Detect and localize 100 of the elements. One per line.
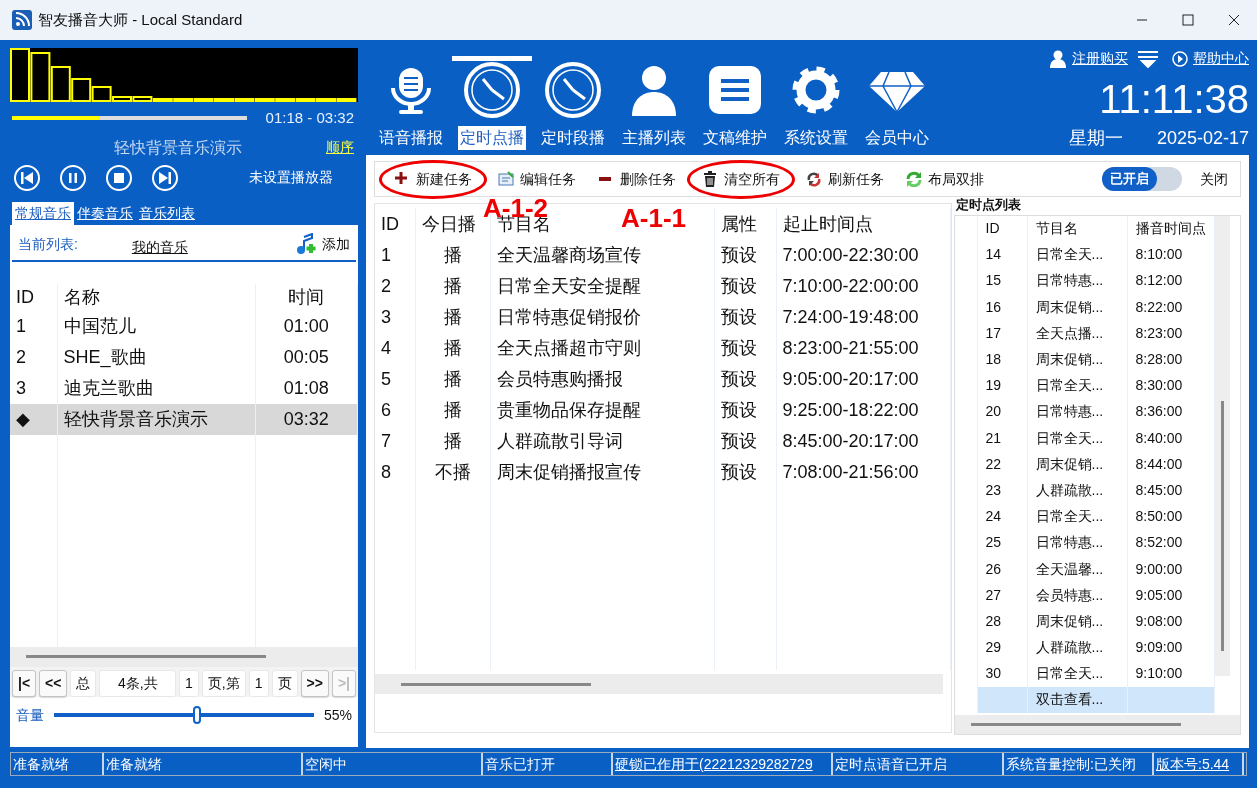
column-header: 播音时间点 xyxy=(1127,215,1215,242)
horizontal-scrollbar[interactable] xyxy=(375,674,943,694)
table-cell: 16 xyxy=(977,294,1027,321)
play-circle-icon xyxy=(1172,50,1188,67)
status-link[interactable]: 版本号:5.44 xyxy=(1154,753,1244,775)
table-cell: 日常全天安全提醒 xyxy=(490,271,714,302)
menu-icon[interactable] xyxy=(1137,49,1159,68)
toolbar-button[interactable]: 编辑任务 xyxy=(487,163,587,195)
toolbar-button[interactable]: 布局双排 xyxy=(895,163,995,195)
table-cell: 9:25:00-18:22:00 xyxy=(776,395,951,426)
status-text: 系统音量控制:已关闭 xyxy=(1004,753,1154,775)
pager-label: 4条,共 xyxy=(99,669,177,697)
status-text: 音乐已打开 xyxy=(483,753,613,775)
table-cell: 8:45:00-20:17:00 xyxy=(776,426,951,457)
table-cell: 7 xyxy=(375,426,415,457)
table-cell: 21 xyxy=(977,425,1027,452)
pager-button[interactable]: |< xyxy=(12,669,37,697)
table-cell: 5 xyxy=(375,364,415,395)
table-cell: 全天点播... xyxy=(1027,320,1127,347)
volume-reading: 55% xyxy=(323,705,352,725)
table-cell: 29 xyxy=(977,634,1027,661)
register-link[interactable]: 注册购买 xyxy=(1072,48,1128,69)
pause-icon[interactable] xyxy=(59,163,87,192)
table-cell: 9:09:00 xyxy=(1127,634,1215,661)
previous-icon[interactable] xyxy=(13,163,41,192)
toolbar-button[interactable]: 清空所有 xyxy=(687,159,795,199)
volume-thumb[interactable] xyxy=(192,706,201,724)
table-cell: 预设 xyxy=(714,240,776,271)
table-cell: 9:05:00 xyxy=(1127,582,1215,609)
music-tab[interactable]: 常规音乐 xyxy=(12,201,74,225)
player-status: 未设置播放器 xyxy=(249,168,333,187)
music-tab[interactable]: 伴奏音乐 xyxy=(74,201,136,225)
table-cell: 周末促销... xyxy=(1027,294,1127,321)
table-cell: 周末促销播报宣传 xyxy=(490,457,714,488)
toolbar-button[interactable]: 删除任务 xyxy=(587,163,687,195)
table-cell: 01:08 xyxy=(255,372,358,404)
toggle-switch[interactable]: 已开启 xyxy=(1102,167,1182,191)
toolbar-button[interactable]: 新建任务 xyxy=(379,159,487,199)
table-cell: 20 xyxy=(977,398,1027,425)
app-logo-icon xyxy=(12,10,32,30)
pager-label: 页 xyxy=(271,669,298,697)
table-cell: 全天温馨商场宣传 xyxy=(490,240,714,271)
table-cell: 全天点播超市守则 xyxy=(490,333,714,364)
annotation-label: A-1-1 xyxy=(621,205,686,231)
horizontal-scrollbar[interactable] xyxy=(10,646,358,667)
stop-icon[interactable] xyxy=(105,163,133,192)
next-icon[interactable] xyxy=(151,163,179,192)
table-cell: 全天温馨... xyxy=(1027,555,1127,583)
pager-label: 总 xyxy=(70,669,97,697)
table-cell: 日常特惠... xyxy=(1027,267,1127,295)
add-link[interactable]: 添加 xyxy=(322,233,350,255)
table-cell: 8:50:00 xyxy=(1127,503,1215,530)
horizontal-scrollbar[interactable] xyxy=(955,715,1240,734)
column-header: ID xyxy=(977,215,1027,242)
table-cell: 23 xyxy=(977,477,1027,504)
pager-label: 页,第 xyxy=(201,669,246,697)
playback-time: 01:18 - 03:32 xyxy=(265,108,354,128)
play-mode-link[interactable]: 顺序 xyxy=(326,137,354,158)
table-cell: ◆ xyxy=(10,403,57,435)
table-cell: 贵重物品保存提醒 xyxy=(490,395,714,426)
nav-tab[interactable]: 文稿维护 xyxy=(700,126,769,150)
table-cell: 8:22:00 xyxy=(1127,294,1215,321)
table-cell: 8 xyxy=(375,457,415,488)
table-cell: 1 xyxy=(375,240,415,271)
table-cell: 03:32 xyxy=(255,403,358,435)
clock-time: 11:11:38 xyxy=(1099,79,1249,119)
pager-button[interactable]: >> xyxy=(300,669,329,697)
progress-bar[interactable] xyxy=(12,116,247,121)
table-cell: 日常特惠促销报价 xyxy=(490,302,714,333)
music-tab[interactable]: 音乐列表 xyxy=(136,201,198,225)
toolbar-button[interactable]: 刷新任务 xyxy=(795,163,895,195)
clock-icon[interactable] xyxy=(461,60,522,120)
table-cell: 日常全天... xyxy=(1027,372,1127,399)
nav-tab[interactable]: 主播列表 xyxy=(619,126,688,150)
help-link[interactable]: 帮助中心 xyxy=(1193,48,1249,69)
nav-tab[interactable]: 会员中心 xyxy=(862,126,931,150)
clock-icon[interactable] xyxy=(542,60,603,120)
user-icon xyxy=(1049,49,1067,68)
nav-tab[interactable]: 语音播报 xyxy=(376,126,445,150)
trash-icon xyxy=(702,171,718,187)
table-cell: 3 xyxy=(10,372,57,404)
nav-tab[interactable]: 定时点播 xyxy=(457,126,526,150)
table-cell: 周末促销... xyxy=(1027,346,1127,373)
table-cell: 预设 xyxy=(714,426,776,457)
group-title: 定时点列表 xyxy=(956,196,1022,214)
pager-button[interactable]: << xyxy=(39,669,68,697)
table-cell: 周末促销... xyxy=(1027,451,1127,478)
table-cell: 8:45:00 xyxy=(1127,477,1215,504)
refresh-icon xyxy=(806,171,822,187)
status-link[interactable]: 硬锁已作用于(22212329282729 xyxy=(613,753,833,775)
nav-tab[interactable]: 定时段播 xyxy=(538,126,607,150)
vertical-scrollbar[interactable] xyxy=(1215,215,1230,676)
table-cell: 人群疏散... xyxy=(1027,634,1127,661)
status-text: 定时点语音已开启 xyxy=(833,753,1004,775)
table-cell: 播 xyxy=(415,364,490,395)
table-cell: 7:00:00-22:30:00 xyxy=(776,240,951,271)
column-header: 节目名 xyxy=(1027,215,1127,242)
add-music-icon[interactable] xyxy=(296,233,318,255)
nav-tab[interactable]: 系统设置 xyxy=(781,126,850,150)
table-cell: 播 xyxy=(415,240,490,271)
